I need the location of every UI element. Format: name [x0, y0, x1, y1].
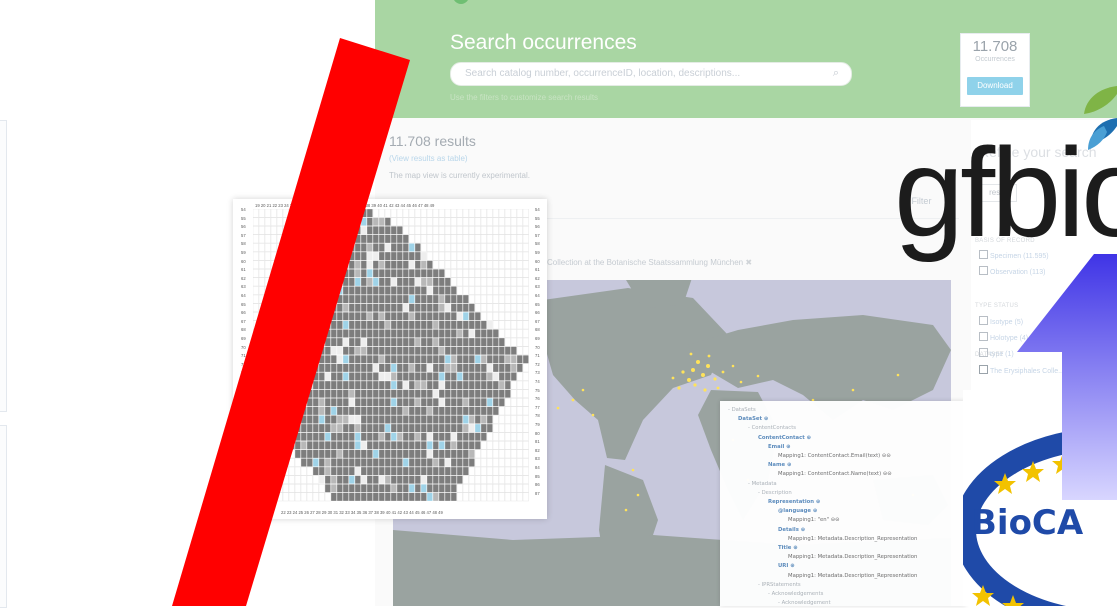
up-arrow-icon — [1017, 254, 1117, 500]
gfbio-logo: gfbio — [894, 122, 1117, 263]
arrow-overlay — [1017, 254, 1117, 500]
